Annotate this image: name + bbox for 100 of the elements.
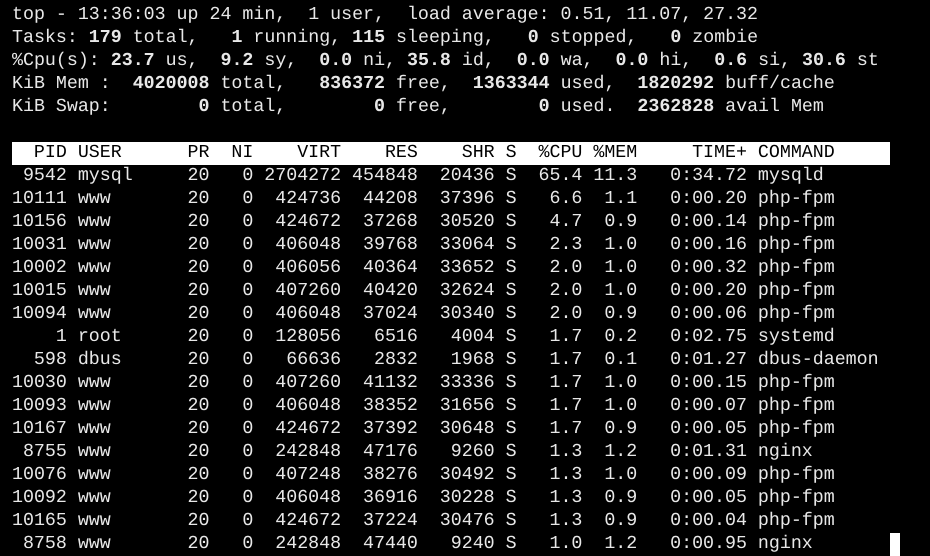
table-cell-text: 0 <box>241 418 254 441</box>
table-cell-text: 407260 <box>274 280 342 303</box>
table-cell-text: root <box>76 326 123 349</box>
table-cell-text: 424672 <box>274 211 342 234</box>
table-cell-text: 0 <box>241 464 254 487</box>
table-cell-text: 242848 <box>274 533 342 556</box>
table-cell: 10031 <box>12 234 67 257</box>
table-cell: 10030 <box>12 372 67 395</box>
table-cell-text: S <box>504 441 517 464</box>
table-cell-text: www <box>76 234 112 257</box>
summary-line: %Cpu(s): 23.7 us, 9.2 sy, 0.0 ni, 35.8 id, 0.0 wa, 0.0 hi, 0.6 si, 30.6 st <box>12 51 879 71</box>
table-cell-text: www <box>76 441 112 464</box>
table-cell-text: 20 <box>186 303 210 326</box>
table-cell-text: 37024 <box>362 303 418 326</box>
table-cell-text: 1.0 <box>603 257 638 280</box>
table-cell-text: 0 <box>241 257 254 280</box>
table-cell-text: 4.7 <box>548 211 582 234</box>
table-cell-text: 0 <box>241 395 254 418</box>
table-cell: 10094 <box>12 303 67 326</box>
table-cell-text: php-fpm <box>756 303 836 326</box>
table-cell-text: 0:34.72 <box>669 165 747 188</box>
table-cell-text: 37224 <box>362 510 418 533</box>
table-cell-text: nginx <box>756 533 814 556</box>
table-cell-text: 406048 <box>274 303 342 326</box>
column-header: RES <box>384 142 418 165</box>
table-cell-text: 30228 <box>438 487 495 510</box>
table-cell-text: dbus <box>76 349 123 372</box>
table-cell-text: 39768 <box>362 234 418 257</box>
table-cell-text: www <box>76 188 112 211</box>
column-header: %CPU <box>538 142 582 165</box>
table-cell-text: 20 <box>186 234 210 257</box>
table-cell-text: 20 <box>186 372 210 395</box>
table-cell-text: 407260 <box>274 372 342 395</box>
table-cell-text: php-fpm <box>756 211 836 234</box>
table-cell-text: www <box>76 211 112 234</box>
table-cell-text: www <box>76 464 112 487</box>
table-cell-text: 2.0 <box>548 280 582 303</box>
table-cell-text: 20 <box>186 257 210 280</box>
table-cell-text: 0 <box>241 188 254 211</box>
table-cell-text: 9260 <box>450 441 495 464</box>
table-cell-text: 1.2 <box>603 441 638 464</box>
table-cell-text: 0 <box>241 487 254 510</box>
table-cell-text: 0 <box>241 234 254 257</box>
table-cell-text: mysqld <box>756 165 825 188</box>
table-cell-text: S <box>504 165 517 188</box>
table-cell-text: 47176 <box>362 441 418 464</box>
table-cell: 10092 <box>12 487 67 510</box>
table-cell-text: php-fpm <box>756 510 836 533</box>
table-cell: 10111 <box>12 188 67 211</box>
table-cell-text: S <box>504 533 517 556</box>
table-cell-text: 37396 <box>438 188 495 211</box>
table-cell: 10165 <box>12 510 67 533</box>
table-cell-text: php-fpm <box>756 234 836 257</box>
table-cell-text: 0:02.75 <box>669 326 747 349</box>
table-cell-text: 0 <box>241 326 254 349</box>
table-cell-text: S <box>504 510 517 533</box>
table-cell-text: 1.7 <box>548 349 582 372</box>
table-cell-text: 128056 <box>274 326 342 349</box>
column-header: SHR <box>460 142 495 165</box>
table-cell-text: 1.1 <box>603 188 638 211</box>
table-cell-text: 1.0 <box>548 533 582 556</box>
table-cell-text: 406048 <box>274 395 342 418</box>
table-cell-text: 20 <box>186 418 210 441</box>
table-cell-text: 8755 <box>22 441 67 464</box>
table-cell-text: 406048 <box>274 487 342 510</box>
table-cell-text: www <box>76 372 112 395</box>
table-cell-text: 2.0 <box>548 303 582 326</box>
table-cell-text: 4004 <box>450 326 495 349</box>
table-cell-text: php-fpm <box>756 395 836 418</box>
table-cell-text: 6516 <box>372 326 418 349</box>
table-cell-text: 406048 <box>274 234 342 257</box>
column-header: %MEM <box>592 142 638 165</box>
table-cell-text: 1968 <box>450 349 495 372</box>
table-cell-text: 0 <box>241 372 254 395</box>
table-cell-text: 598 <box>32 349 67 372</box>
table-cell-text: systemd <box>756 326 836 349</box>
table-cell-text: 0.9 <box>603 510 638 533</box>
table-cell-text: php-fpm <box>756 257 836 280</box>
table-cell-text: 20 <box>186 533 210 556</box>
table-cell-text: 0:00.16 <box>669 234 747 257</box>
table-cell: 10167 <box>12 418 67 441</box>
table-cell-text: 20 <box>186 280 210 303</box>
table-cell-text: 20 <box>186 326 210 349</box>
table-cell-text: 40364 <box>362 257 418 280</box>
column-header: TIME+ <box>691 142 747 165</box>
table-cell-text: 1.0 <box>603 280 638 303</box>
table-cell-text: 1.0 <box>603 234 638 257</box>
table-cell-text: 1.0 <box>603 395 638 418</box>
table-cell-text: 41132 <box>362 372 418 395</box>
table-cell-text: mysql <box>76 165 134 188</box>
table-cell-text: 30520 <box>438 211 495 234</box>
table-cell-text: 0:01.27 <box>669 349 747 372</box>
table-cell: 10002 <box>12 257 67 280</box>
table-cell-text: 30648 <box>438 418 495 441</box>
table-cell-text: 66636 <box>285 349 342 372</box>
table-cell-text: 1.0 <box>603 464 638 487</box>
table-cell-text: 0 <box>241 280 254 303</box>
table-cell-text: 0.9 <box>603 418 638 441</box>
table-cell-text: 0 <box>241 349 254 372</box>
table-cell-text: 0 <box>241 303 254 326</box>
